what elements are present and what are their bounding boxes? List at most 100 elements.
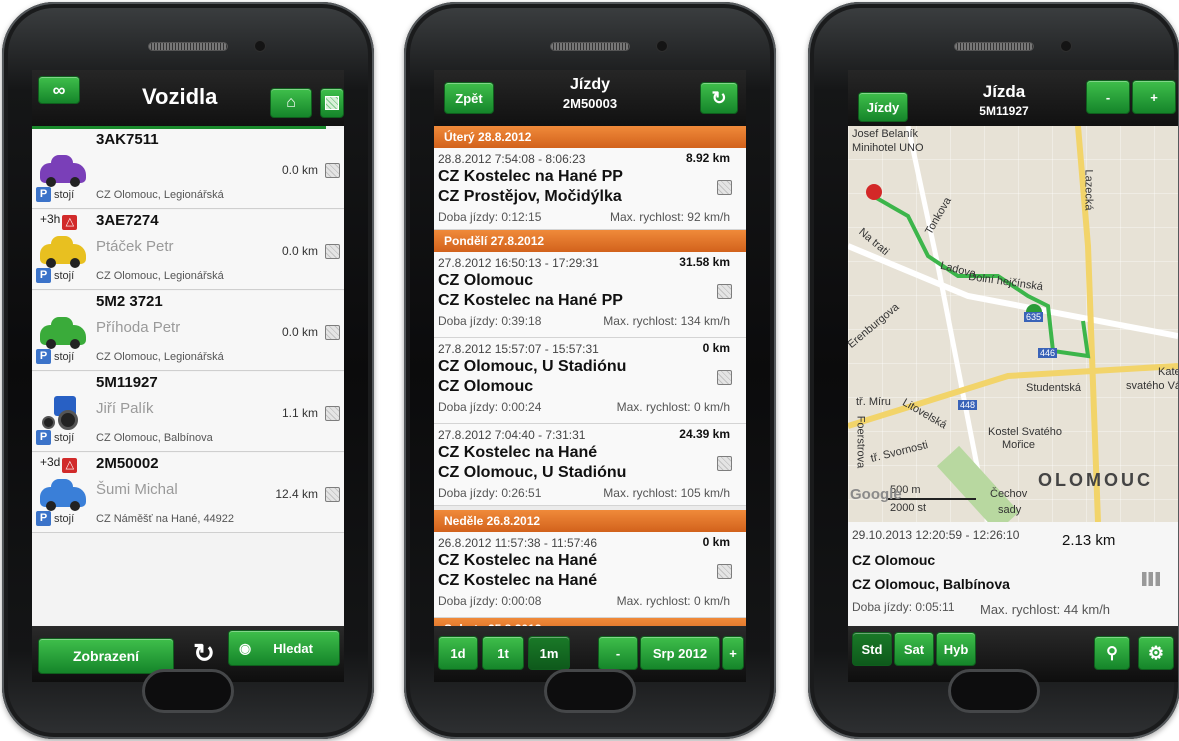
vehicle-plate: 5M2 3721 xyxy=(96,293,163,310)
trip-duration: Doba jízdy: 0:26:51 xyxy=(438,486,542,500)
range-week-button[interactable]: 1t xyxy=(482,636,524,670)
vehicle-row[interactable]: 5M11927 Jiří Palík 1.1 km P stojí CZ Olo… xyxy=(32,372,344,452)
map-label: sady xyxy=(998,504,1022,516)
home-icon: ⌂ xyxy=(286,94,296,111)
page-title: Jízda xyxy=(982,82,1026,101)
start-pin-icon[interactable] xyxy=(866,184,882,200)
vehicle-row[interactable]: +3h △ 3AE7274 Ptáček Petr 0.0 km P stojí … xyxy=(32,210,344,290)
vehicles-screen: ∞ Vozidla ⌂ 3AK7511 0.0 km P stojí CZ Ol… xyxy=(32,70,344,682)
home-button[interactable] xyxy=(948,669,1040,713)
trip-time: 27.8.2012 15:57:07 - 15:57:31 xyxy=(438,342,599,356)
trip-item[interactable]: 28.8.2012 7:54:08 - 8:06:23 8.92 km CZ K… xyxy=(434,148,746,230)
home-search-button[interactable]: ⌂ xyxy=(270,88,312,118)
vehicle-address: CZ Olomouc, Balbínova xyxy=(96,432,213,444)
map-label: Kate xyxy=(1158,366,1178,378)
map-standard-button[interactable]: Std xyxy=(852,632,892,666)
trip-max-speed: Max. rychlost: 92 km/h xyxy=(609,210,730,224)
trip-time: 26.8.2012 11:57:38 - 11:57:46 xyxy=(438,536,598,550)
settings-button[interactable]: ⚙ xyxy=(1138,636,1174,670)
road-number: 446 xyxy=(1038,348,1058,358)
front-camera xyxy=(1060,40,1072,52)
speaker-grille xyxy=(148,42,228,51)
map-hybrid-button[interactable]: Hyb xyxy=(936,632,976,666)
trip-from: CZ Olomouc, U Stadiónu xyxy=(438,358,627,375)
vehicle-status: stojí xyxy=(54,432,75,444)
refresh-icon: ↻ xyxy=(711,87,727,108)
trip-from: CZ Olomouc xyxy=(852,552,936,568)
page-subtitle: 5M11927 xyxy=(979,104,1029,118)
zoom-in-button[interactable]: + xyxy=(1132,80,1176,114)
map-label: Čechov xyxy=(990,488,1028,500)
trip-topbar: Jízdy Jízda 5M11927 - + xyxy=(848,70,1178,126)
refresh-button[interactable]: ↻ xyxy=(700,82,738,114)
vehicle-row[interactable]: 5M2 3721 Příhoda Petr 0.0 km P stojí CZ … xyxy=(32,291,344,371)
vehicle-plate: 3AK7511 xyxy=(96,131,159,148)
range-day-button[interactable]: 1d xyxy=(438,636,478,670)
alert-time: +3h xyxy=(40,212,61,226)
map-icon[interactable] xyxy=(325,244,340,259)
vehicle-row[interactable]: +3d △ 2M50002 Šumi Michal 12.4 km P stojí… xyxy=(32,453,344,533)
front-camera xyxy=(656,40,668,52)
vehicle-status: stojí xyxy=(54,189,75,201)
map-label: tř. Míru xyxy=(856,396,891,408)
trip-duration: Doba jízdy: 0:05:11 xyxy=(852,600,955,614)
trip-from: CZ Olomouc xyxy=(438,272,534,289)
vehicle-km: 12.4 km xyxy=(275,487,318,501)
map-icon[interactable] xyxy=(325,406,340,421)
map-icon[interactable] xyxy=(325,325,340,340)
map-icon[interactable] xyxy=(325,487,340,502)
vehicle-row[interactable]: 3AK7511 0.0 km P stojí CZ Olomouc, Legio… xyxy=(32,129,344,209)
parking-icon: P xyxy=(36,349,51,364)
person-pin-button[interactable]: ⚲ xyxy=(1094,636,1130,670)
trip-item[interactable]: 27.8.2012 15:57:07 - 15:57:31 0 km CZ Ol… xyxy=(434,338,746,424)
map-icon[interactable] xyxy=(717,370,732,385)
range-month-button[interactable]: 1m xyxy=(528,636,570,670)
vehicle-km: 1.1 km xyxy=(281,406,318,420)
trip-item[interactable]: 27.8.2012 7:04:40 - 7:31:31 24.39 km CZ … xyxy=(434,424,746,506)
map-icon xyxy=(325,96,339,110)
phone-trips: Zpět Jízdy 2M50003 ↻ Úterý 28.8.2012 28.… xyxy=(404,2,776,739)
trip-km: 24.39 km xyxy=(679,427,730,441)
day-header: Úterý 28.8.2012 xyxy=(434,126,746,148)
map-label: Josef Belaník xyxy=(852,128,919,140)
trip-info-panel: 29.10.2013 12:20:59 - 12:26:10 2.13 km C… xyxy=(848,522,1178,626)
chart-icon[interactable] xyxy=(1142,572,1160,586)
map-view-button[interactable] xyxy=(320,88,344,118)
next-month-button[interactable]: + xyxy=(722,636,744,670)
warning-icon: △ xyxy=(62,215,78,230)
map-icon[interactable] xyxy=(717,564,732,579)
month-selector[interactable]: Srp 2012 xyxy=(640,636,720,670)
alert-badge: +3h △ xyxy=(40,212,78,230)
home-button[interactable] xyxy=(142,669,234,713)
map-satellite-button[interactable]: Sat xyxy=(894,632,934,666)
vehicle-driver: Příhoda Petr xyxy=(96,319,181,336)
zoom-out-button[interactable]: - xyxy=(1086,80,1130,114)
logo-menu-button[interactable]: ∞ xyxy=(38,76,80,104)
map-roads xyxy=(848,126,1178,522)
trip-from: CZ Kostelec na Hané xyxy=(438,444,598,461)
map-icon[interactable] xyxy=(717,456,732,471)
car-search-icon: ◉ xyxy=(239,639,252,656)
map-view[interactable]: Josef Belaník Minihotel UNO Na trati Ton… xyxy=(848,126,1178,522)
display-button[interactable]: Zobrazení xyxy=(38,638,174,674)
trip-to: CZ Olomouc, Balbínova xyxy=(852,576,1010,592)
vehicle-plate: 5M11927 xyxy=(96,374,158,391)
trip-item[interactable]: 26.8.2012 11:57:38 - 11:57:46 0 km CZ Ko… xyxy=(434,532,746,618)
gear-icon: ⚙ xyxy=(1147,642,1165,663)
home-button[interactable] xyxy=(544,669,636,713)
page-subtitle: 2M50003 xyxy=(562,96,618,111)
map-icon[interactable] xyxy=(717,284,732,299)
trip-duration: Doba jízdy: 0:12:15 xyxy=(438,210,542,224)
parking-icon: P xyxy=(36,430,51,445)
map-label: Mořice xyxy=(1002,439,1036,451)
trip-item[interactable]: 27.8.2012 16:50:13 - 17:29:31 31.58 km C… xyxy=(434,252,746,338)
search-button[interactable]: ◉ Hledat xyxy=(228,630,340,666)
prev-month-button[interactable]: - xyxy=(598,636,638,670)
map-icon[interactable] xyxy=(717,180,732,195)
refresh-icon[interactable]: ↻ xyxy=(190,638,218,668)
back-button[interactable]: Zpět xyxy=(444,82,494,114)
page-title: Jízdy xyxy=(569,76,610,93)
map-icon[interactable] xyxy=(325,163,340,178)
back-button[interactable]: Jízdy xyxy=(858,92,908,122)
trip-time: 27.8.2012 7:04:40 - 7:31:31 xyxy=(438,428,586,442)
